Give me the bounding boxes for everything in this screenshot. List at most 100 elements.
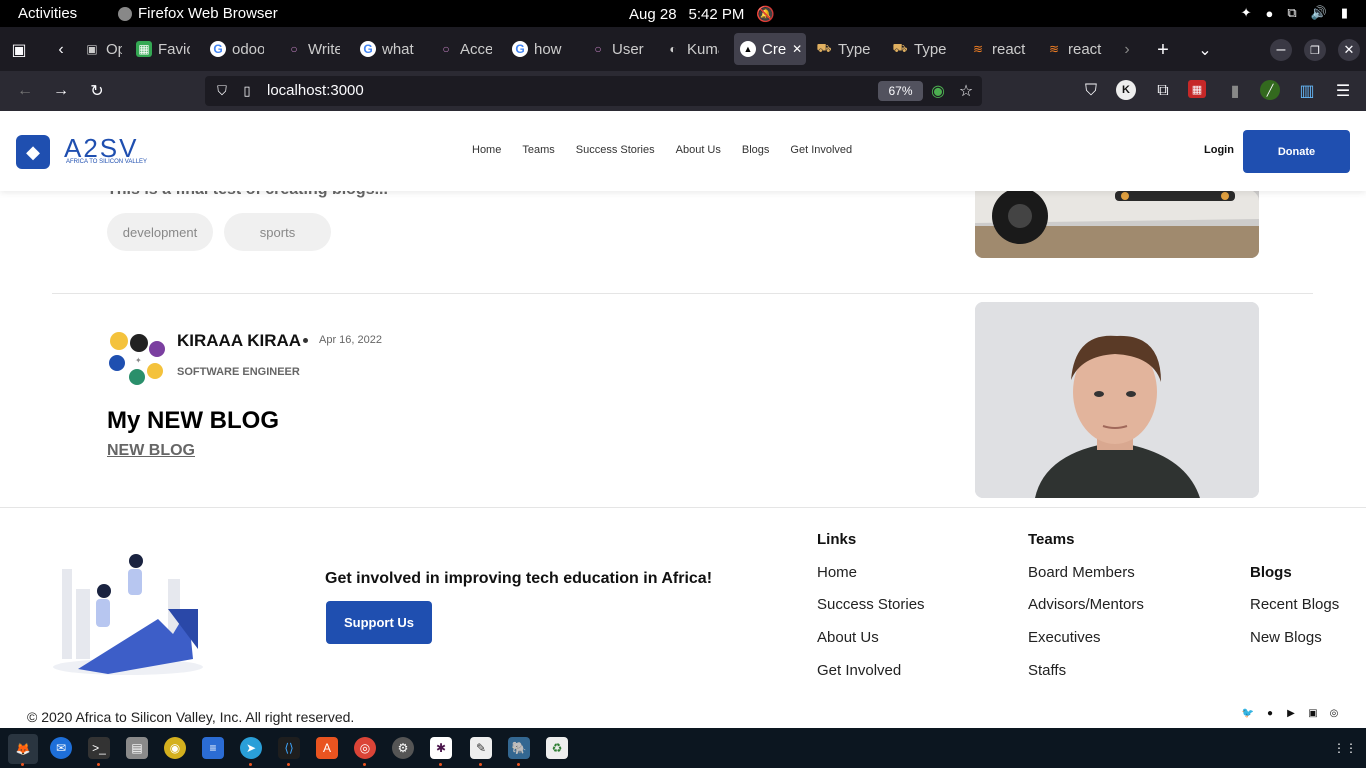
close-tab-icon[interactable]: ✕ — [792, 42, 802, 56]
chrome-dock-icon[interactable]: ◎ — [354, 737, 376, 759]
url-text[interactable]: localhost:3000 — [267, 82, 364, 99]
menu-about-us[interactable]: About Us — [676, 144, 721, 156]
tab-9[interactable]: ▲ Cre ✕ — [734, 33, 806, 65]
new-tab-icon[interactable]: + — [1152, 39, 1174, 61]
tab-scroll-right-icon[interactable]: › — [1118, 39, 1136, 61]
stackoverflow-icon: ≋ — [972, 42, 984, 56]
page-icon[interactable]: ▯ — [239, 82, 255, 100]
url-bar[interactable]: ⛉ ▯ localhost:3000 67% ◉ ☆ — [205, 76, 982, 106]
close-window-icon[interactable]: ✕ — [1338, 39, 1360, 61]
author-avatar[interactable]: ✦ — [107, 329, 165, 387]
menu-success-stories[interactable]: Success Stories — [576, 144, 655, 156]
network-icon: ⧉ — [1287, 5, 1297, 20]
main-menu: Home Teams Success Stories About Us Blog… — [472, 144, 852, 156]
trash-dock-icon[interactable]: ♻ — [546, 737, 568, 759]
reload-icon[interactable]: ↻ — [86, 80, 108, 102]
facebook-icon[interactable]: ● — [1264, 707, 1276, 719]
hamburger-menu-icon[interactable]: ☰ — [1332, 80, 1354, 102]
footer-blogs-heading: Blogs — [1250, 564, 1292, 581]
tab-11[interactable]: ⛟ Type — [886, 33, 956, 65]
footer-link-advisors[interactable]: Advisors/Mentors — [1028, 596, 1144, 613]
menu-get-involved[interactable]: Get Involved — [790, 144, 852, 156]
extension-gray-icon[interactable]: ▮ — [1224, 80, 1246, 102]
pocket-icon[interactable]: ⛉ — [1080, 80, 1102, 102]
app-menu[interactable]: Firefox Web Browser — [118, 5, 278, 22]
rhythmbox-dock-icon[interactable]: ◉ — [164, 737, 186, 759]
tab-4[interactable]: Gwhat — [354, 33, 414, 65]
menu-teams[interactable]: Teams — [522, 144, 554, 156]
minimize-icon[interactable]: – — [1270, 39, 1292, 61]
tab-5[interactable]: ○ Acce — [432, 33, 492, 65]
footer-link-board-members[interactable]: Board Members — [1028, 564, 1135, 581]
menu-blogs[interactable]: Blogs — [742, 144, 770, 156]
maximize-icon[interactable]: ❐ — [1304, 39, 1326, 61]
clock[interactable]: Aug 28 5:42 PM 🔕 — [629, 5, 775, 24]
tab-10[interactable]: ⛟ Type — [810, 33, 880, 65]
activities-button[interactable]: Activities — [18, 5, 77, 22]
firefox-view-icon[interactable]: ▣ — [8, 39, 30, 61]
slack-dock-icon[interactable]: ✱ — [430, 737, 452, 759]
tag-development[interactable]: development — [107, 213, 213, 251]
support-us-button[interactable]: Support Us — [326, 601, 432, 644]
tab-13[interactable]: ≋ react — [1040, 33, 1110, 65]
telegram-dock-icon[interactable]: ➤ — [240, 737, 262, 759]
postgres-dock-icon[interactable]: 🐘 — [508, 737, 530, 759]
text-editor-dock-icon[interactable]: ✎ — [470, 737, 492, 759]
post-link[interactable]: NEW BLOG — [107, 442, 195, 460]
settings-dock-icon[interactable]: ⚙ — [392, 737, 414, 759]
footer-link-new-blogs[interactable]: New Blogs — [1250, 629, 1322, 646]
tab-label: Type — [914, 40, 947, 58]
footer-link-executives[interactable]: Executives — [1028, 629, 1101, 646]
extensions-icon[interactable]: ⧉ — [1152, 80, 1174, 102]
firefox-dock-icon[interactable]: 🦊 — [8, 734, 38, 764]
twitter-icon[interactable]: 🐦 — [1242, 707, 1254, 719]
google-icon: G — [360, 41, 376, 57]
tab-12[interactable]: ≋ react — [964, 33, 1034, 65]
shield-icon[interactable]: ⛉ — [213, 82, 231, 100]
writer-dock-icon[interactable]: ≡ — [202, 737, 224, 759]
back-icon[interactable]: ← — [14, 80, 36, 102]
tab-8[interactable]: ◐ Kuma — [659, 33, 719, 65]
show-apps-grid-icon[interactable]: ⋮⋮ — [1333, 737, 1357, 759]
files-dock-icon[interactable]: ▤ — [126, 737, 148, 759]
post-portrait-image[interactable] — [975, 302, 1259, 498]
software-dock-icon[interactable]: A — [316, 737, 338, 759]
tab-2[interactable]: Godoo — [204, 33, 264, 65]
footer-link-home[interactable]: Home — [817, 564, 857, 581]
footer-link-recent-blogs[interactable]: Recent Blogs — [1250, 596, 1339, 613]
account-avatar-icon[interactable]: K — [1116, 80, 1136, 100]
vscode-dock-icon[interactable]: ⟨⟩ — [278, 737, 300, 759]
tab-6[interactable]: Ghow — [506, 33, 566, 65]
extension-blue-icon[interactable]: ▥ — [1296, 80, 1318, 102]
login-link[interactable]: Login — [1204, 144, 1234, 156]
extension-red-icon[interactable]: ▦ — [1188, 80, 1206, 98]
instagram-icon[interactable]: ◎ — [1328, 707, 1340, 719]
tab-scroll-left-icon[interactable]: ‹ — [52, 39, 70, 61]
tab-1[interactable]: ▦ Favic — [130, 33, 190, 65]
forward-icon[interactable]: → — [50, 80, 72, 102]
zoom-level[interactable]: 67% — [878, 81, 923, 101]
africa-logo-icon[interactable]: ◆ — [16, 135, 50, 169]
youtube-icon[interactable]: ▶ — [1285, 707, 1297, 719]
menu-home[interactable]: Home — [472, 144, 501, 156]
tab-0[interactable]: ▣ Oper — [78, 33, 122, 65]
footer-cta: Get involved in improving tech education… — [325, 570, 713, 587]
extension-green-icon[interactable]: ╱ — [1260, 80, 1280, 100]
tag-sports[interactable]: sports — [224, 213, 331, 251]
list-tabs-icon[interactable]: ⌄ — [1194, 39, 1216, 61]
author-name[interactable]: KIRAAA KIRAA — [177, 331, 301, 351]
tab-7[interactable]: ○ User — [584, 33, 644, 65]
tab-3[interactable]: ○ Write — [280, 33, 340, 65]
grammarly-icon[interactable]: ◉ — [929, 82, 947, 100]
donate-button[interactable]: Donate — [1243, 130, 1350, 173]
terminal-dock-icon[interactable]: >_ — [88, 737, 110, 759]
footer-link-staffs[interactable]: Staffs — [1028, 662, 1066, 679]
thunderbird-dock-icon[interactable]: ✉ — [50, 737, 72, 759]
bookmark-star-icon[interactable]: ☆ — [957, 82, 975, 100]
footer-link-success-stories[interactable]: Success Stories — [817, 596, 925, 613]
footer-link-about-us[interactable]: About Us — [817, 629, 879, 646]
post-title[interactable]: My NEW BLOG — [107, 407, 279, 435]
system-tray[interactable]: ✦ ● ⧉ 🔊 ▮ — [1241, 5, 1348, 21]
footer-link-get-involved[interactable]: Get Involved — [817, 662, 901, 679]
linkedin-icon[interactable]: ▣ — [1307, 707, 1319, 719]
